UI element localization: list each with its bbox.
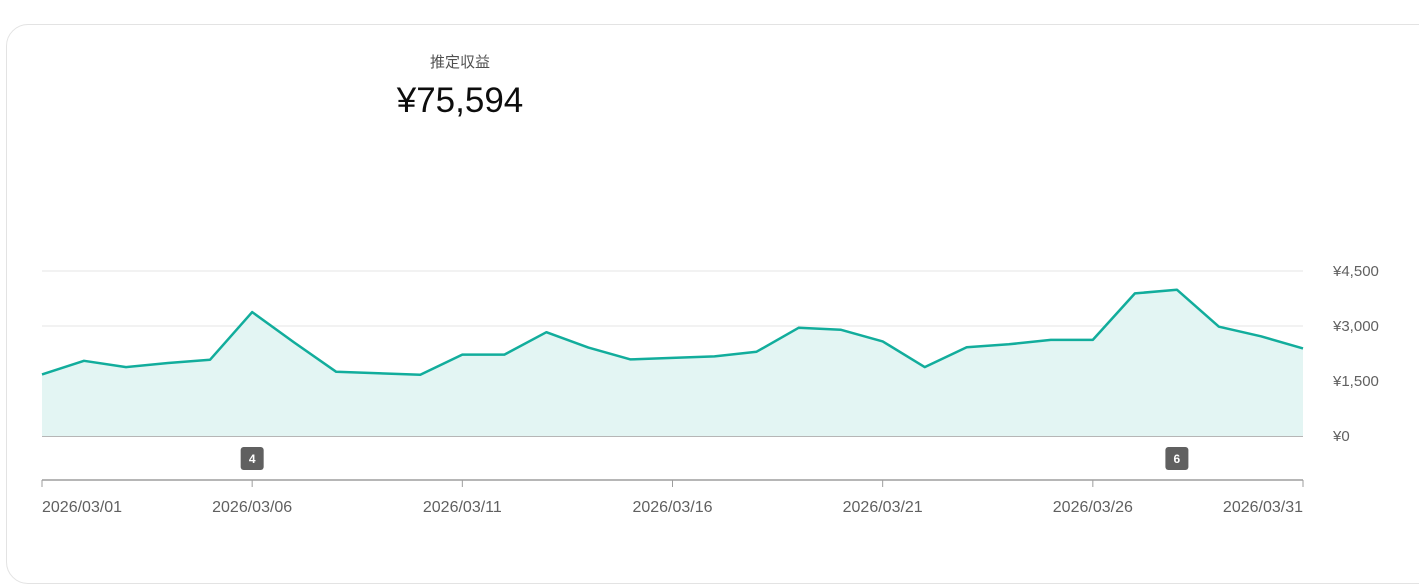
event-marker[interactable]: 6 <box>1165 447 1189 470</box>
data-point[interactable] <box>372 367 384 379</box>
data-point[interactable] <box>1045 334 1057 346</box>
data-point[interactable] <box>1129 287 1141 299</box>
data-point[interactable] <box>540 326 552 338</box>
event-marker-label: 6 <box>1174 452 1181 466</box>
data-point[interactable] <box>162 357 174 369</box>
data-point[interactable] <box>709 350 721 362</box>
y-tick-label: ¥0 <box>1332 428 1350 445</box>
data-point[interactable] <box>120 361 132 373</box>
y-tick-label: ¥1,500 <box>1332 373 1379 390</box>
y-axis-labels: ¥4,500 ¥3,000 ¥1,500 ¥0 <box>1332 263 1379 445</box>
x-tick-label: 2026/03/01 <box>42 499 122 516</box>
data-point[interactable] <box>961 341 973 353</box>
x-tick-label: 2026/03/26 <box>1053 499 1133 516</box>
event-markers: 46 <box>240 447 1189 470</box>
data-point[interactable] <box>793 322 805 334</box>
event-marker-label: 4 <box>249 452 256 466</box>
data-point[interactable] <box>582 342 594 354</box>
y-tick-label: ¥3,000 <box>1332 318 1379 335</box>
data-point[interactable] <box>877 335 889 347</box>
x-tick-label: 2026/03/11 <box>423 499 502 516</box>
data-point[interactable] <box>667 352 679 364</box>
data-point[interactable] <box>1213 321 1225 333</box>
x-axis: 2026/03/01 2026/03/06 2026/03/11 2026/03/16… <box>41 479 1304 516</box>
event-marker[interactable]: 4 <box>240 447 264 470</box>
data-point[interactable] <box>330 366 342 378</box>
data-point[interactable] <box>1171 284 1183 296</box>
data-point[interactable] <box>246 306 258 318</box>
revenue-chart[interactable]: ¥4,500¥3,000¥1,500¥0 46 2026/03/01 2026/0… <box>0 0 1419 535</box>
y-tick-label: ¥4,500 <box>1332 263 1379 280</box>
data-point[interactable] <box>288 337 300 349</box>
data-point[interactable] <box>78 355 90 367</box>
x-tick-label: 2026/03/16 <box>632 499 712 516</box>
data-point[interactable] <box>204 354 216 366</box>
data-point[interactable] <box>1255 330 1267 342</box>
x-tick-label: 2026/03/06 <box>212 499 292 516</box>
data-point[interactable] <box>1087 334 1099 346</box>
data-point[interactable] <box>498 349 510 361</box>
data-point[interactable] <box>624 353 636 365</box>
x-tick-label: 2026/03/31 <box>1223 499 1303 516</box>
data-point[interactable] <box>1297 342 1309 354</box>
data-point[interactable] <box>36 368 48 380</box>
data-point[interactable] <box>1003 338 1015 350</box>
data-point[interactable] <box>919 361 931 373</box>
data-point[interactable] <box>835 324 847 336</box>
data-point[interactable] <box>751 346 763 358</box>
data-point[interactable] <box>414 369 426 381</box>
x-tick-label: 2026/03/21 <box>843 499 923 516</box>
data-point[interactable] <box>456 349 468 361</box>
